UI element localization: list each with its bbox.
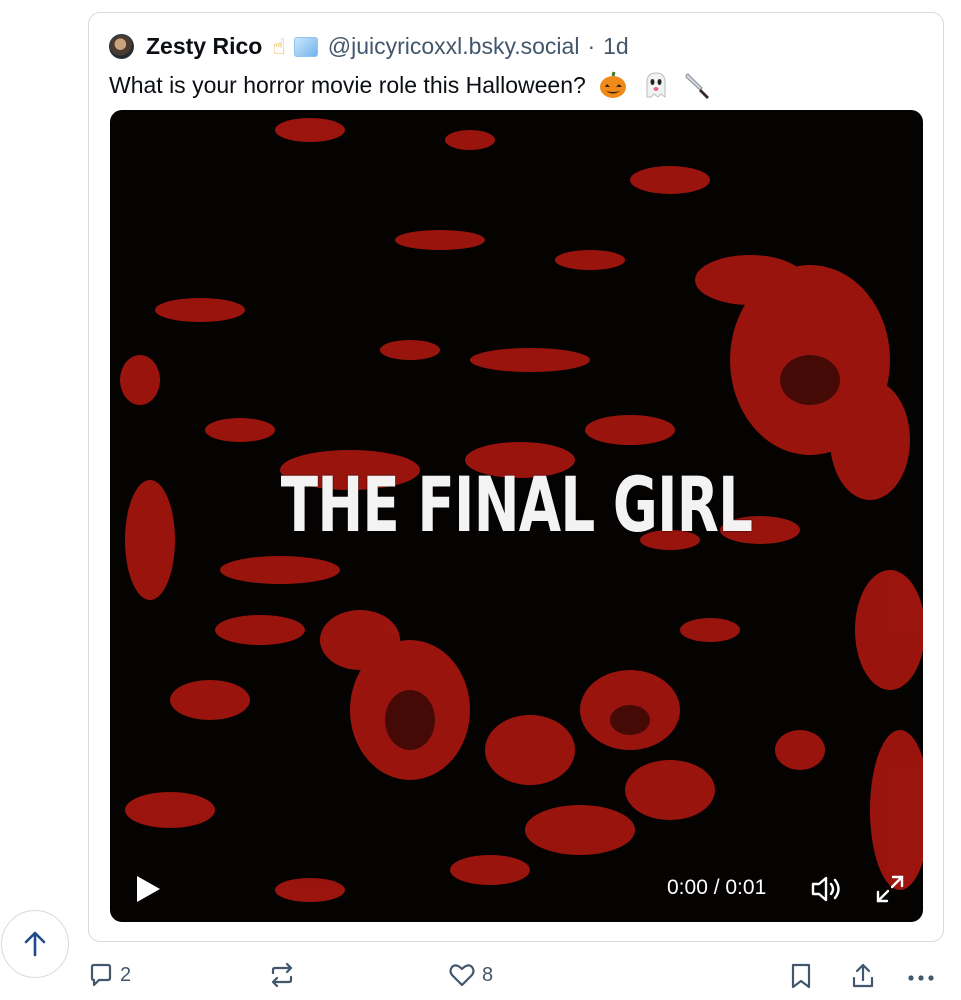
- like-count: 8: [482, 963, 494, 986]
- reply-count: 2: [120, 963, 132, 986]
- avatar[interactable]: [109, 34, 134, 59]
- volume-icon[interactable]: [810, 872, 844, 906]
- arrow-up-icon: [24, 931, 46, 957]
- play-icon[interactable]: [134, 874, 162, 904]
- post-text-line: What is your horror movie role this Hall…: [109, 70, 713, 100]
- share-icon: [852, 963, 874, 988]
- post-card[interactable]: Zesty Rico ☝ @juicyricoxxl.bsky.social ·…: [88, 12, 944, 942]
- speech-bubble-icon: [90, 963, 112, 987]
- reply-button[interactable]: 2: [88, 962, 131, 988]
- repost-icon: [271, 962, 293, 988]
- post-header: Zesty Rico ☝ @juicyricoxxl.bsky.social ·…: [109, 33, 629, 60]
- ellipsis-icon: [908, 975, 934, 981]
- video-time: 0:00 / 0:01: [667, 876, 767, 899]
- author-handle[interactable]: @juicyricoxxl.bsky.social: [328, 33, 580, 60]
- video-title-overlay: THE FINAL GIRL: [280, 460, 753, 549]
- bookmark-button[interactable]: [789, 962, 813, 990]
- share-button[interactable]: [850, 962, 876, 990]
- post-time[interactable]: 1d: [603, 33, 629, 60]
- heart-icon: [449, 964, 475, 987]
- ice-cube-icon: [293, 36, 318, 57]
- ghost-icon: [646, 72, 666, 98]
- post-text: What is your horror movie role this Hall…: [109, 72, 586, 98]
- post-actions: 2 8: [0, 958, 961, 998]
- more-options-button[interactable]: [906, 962, 936, 990]
- knife-icon: [685, 73, 709, 99]
- bookmark-icon: [791, 963, 811, 989]
- fullscreen-icon[interactable]: [873, 872, 907, 906]
- video-player[interactable]: THE FINAL GIRL 0:00 / 0:01: [110, 110, 923, 922]
- repost-button[interactable]: [268, 962, 302, 988]
- video-controls: 0:00 / 0:01: [110, 860, 923, 920]
- author-name[interactable]: Zesty Rico: [146, 33, 262, 60]
- point-up-finger-icon: ☝: [272, 33, 286, 59]
- like-button[interactable]: 8: [448, 962, 493, 988]
- jack-o-lantern-icon: [600, 71, 627, 98]
- separator-dot: ·: [587, 33, 596, 59]
